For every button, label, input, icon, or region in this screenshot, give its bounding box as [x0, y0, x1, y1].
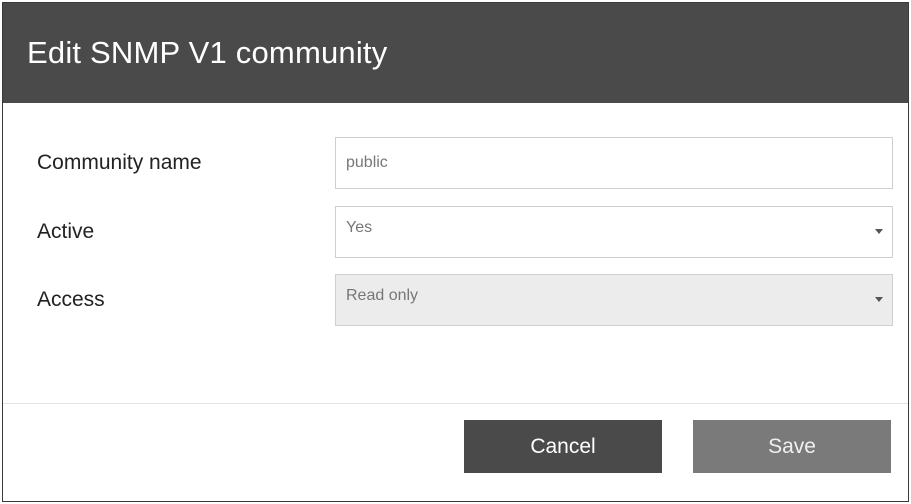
edit-community-dialog: Edit SNMP V1 community Community name Ac… — [2, 2, 909, 502]
community-name-input[interactable] — [335, 137, 893, 189]
dialog-title: Edit SNMP V1 community — [27, 35, 388, 70]
active-row: Active Yes — [3, 206, 908, 258]
access-select[interactable]: Read only — [335, 274, 893, 326]
cancel-button[interactable]: Cancel — [464, 420, 662, 473]
community-name-label: Community name — [37, 151, 202, 174]
access-select-value: Read only — [346, 287, 419, 304]
active-label: Active — [37, 220, 95, 243]
chevron-down-icon — [875, 297, 883, 302]
save-button[interactable]: Save — [693, 420, 891, 473]
community-name-row: Community name — [3, 137, 908, 189]
dialog-header: Edit SNMP V1 community — [3, 3, 908, 103]
chevron-down-icon — [875, 229, 883, 234]
access-label: Access — [37, 288, 105, 311]
footer-divider — [3, 403, 908, 404]
access-row: Access Read only — [3, 274, 908, 326]
active-select-value: Yes — [346, 219, 373, 236]
active-select[interactable]: Yes — [335, 206, 893, 258]
